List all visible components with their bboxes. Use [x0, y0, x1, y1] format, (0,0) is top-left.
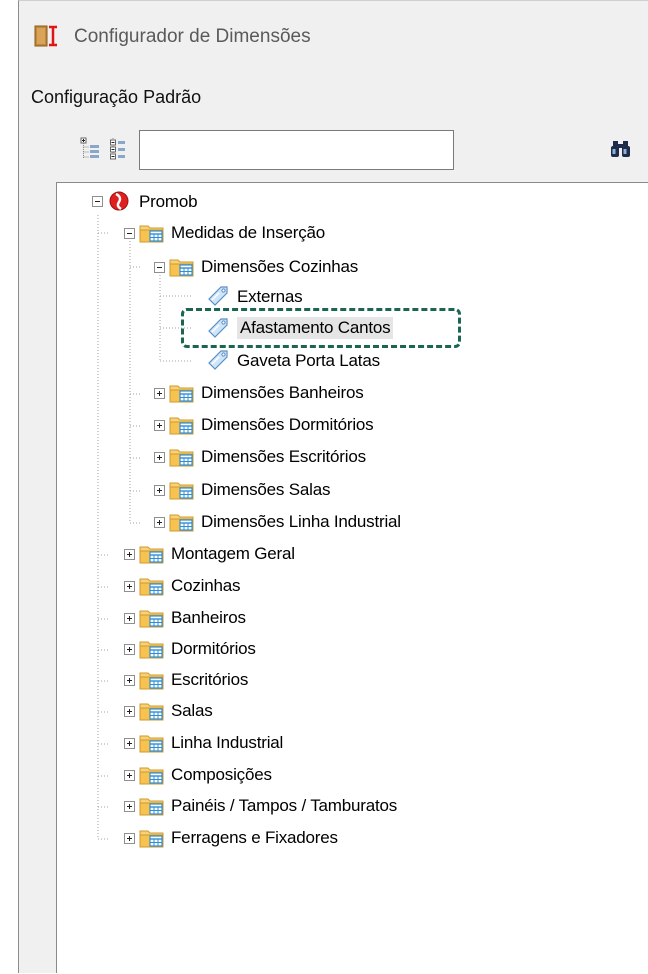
tree-node-label[interactable]: Ferragens e Fixadores: [171, 827, 338, 849]
tree-node-label[interactable]: Cozinhas: [171, 575, 240, 597]
expand-all-icon[interactable]: [79, 136, 101, 162]
folder-icon: [139, 732, 165, 754]
dimension-app-icon: [34, 25, 57, 47]
highlight-annotation: [181, 308, 461, 348]
expand-toggle[interactable]: [124, 549, 135, 560]
tree-node-label[interactable]: Medidas de Inserção: [171, 222, 325, 244]
tree-node-label[interactable]: Dimensões Linha Industrial: [201, 511, 401, 533]
promob-logo-icon: [109, 191, 129, 211]
expand-toggle[interactable]: [154, 485, 165, 496]
tree-node-label[interactable]: Gaveta Porta Latas: [237, 350, 380, 372]
folder-icon: [169, 511, 195, 533]
folder-icon: [139, 222, 165, 244]
tree-view[interactable]: Promob Medidas de Inserção Dimensões Coz…: [56, 182, 648, 973]
expand-toggle[interactable]: [154, 517, 165, 528]
tree-node-label[interactable]: Painéis / Tampos / Tamburatos: [171, 795, 397, 817]
expand-toggle[interactable]: [124, 613, 135, 624]
tag-icon: [205, 349, 231, 371]
search-input[interactable]: [139, 130, 454, 170]
expand-toggle[interactable]: [154, 452, 165, 463]
folder-icon: [139, 764, 165, 786]
tree-node-label[interactable]: Dimensões Cozinhas: [201, 256, 358, 278]
folder-icon: [139, 638, 165, 660]
window-title: Configurador de Dimensões: [74, 26, 311, 47]
folder-icon: [169, 414, 195, 436]
tree-node-label[interactable]: Montagem Geral: [171, 543, 295, 565]
folder-icon: [169, 446, 195, 468]
expand-toggle[interactable]: [154, 420, 165, 431]
tree-node-label[interactable]: Escritórios: [171, 669, 248, 691]
folder-icon: [139, 795, 165, 817]
tree-node-label[interactable]: Dimensões Banheiros: [201, 382, 364, 404]
folder-icon: [139, 700, 165, 722]
tree-node-label[interactable]: Composições: [171, 764, 272, 786]
tree-node-label[interactable]: Linha Industrial: [171, 732, 283, 754]
tree-node-label[interactable]: Dimensões Escritórios: [201, 446, 366, 468]
expand-toggle[interactable]: [124, 738, 135, 749]
tree-node-label[interactable]: Dormitórios: [171, 638, 256, 660]
expand-toggle[interactable]: [124, 770, 135, 781]
tag-icon: [205, 285, 231, 307]
collapse-toggle[interactable]: [92, 196, 103, 207]
folder-icon: [139, 575, 165, 597]
folder-icon: [139, 669, 165, 691]
binoculars-icon[interactable]: [610, 138, 632, 160]
expand-toggle[interactable]: [124, 644, 135, 655]
expand-toggle[interactable]: [124, 581, 135, 592]
collapse-all-icon[interactable]: [107, 136, 129, 162]
tree-node-label[interactable]: Dimensões Salas: [201, 479, 330, 501]
folder-icon: [139, 543, 165, 565]
collapse-toggle[interactable]: [154, 262, 165, 273]
configuration-label: Configuração Padrão: [31, 87, 202, 107]
tree-node-label[interactable]: Dimensões Dormitórios: [201, 414, 374, 436]
title-bar: Configurador de Dimensões: [19, 1, 648, 61]
tree-node-label[interactable]: Promob: [139, 191, 198, 213]
folder-icon: [139, 827, 165, 849]
folder-icon: [169, 382, 195, 404]
folder-icon: [139, 607, 165, 629]
tree-node-label[interactable]: Externas: [237, 286, 303, 308]
tree-node-label[interactable]: Salas: [171, 700, 213, 722]
expand-toggle[interactable]: [124, 706, 135, 717]
tree-node-label[interactable]: Banheiros: [171, 607, 246, 629]
folder-icon: [169, 256, 195, 278]
collapse-toggle[interactable]: [124, 228, 135, 239]
expand-toggle[interactable]: [124, 675, 135, 686]
expand-toggle[interactable]: [124, 801, 135, 812]
dimension-configurator-window: Configurador de Dimensões Configuração P…: [18, 0, 648, 973]
expand-toggle[interactable]: [154, 388, 165, 399]
expand-toggle[interactable]: [124, 833, 135, 844]
folder-icon: [169, 479, 195, 501]
